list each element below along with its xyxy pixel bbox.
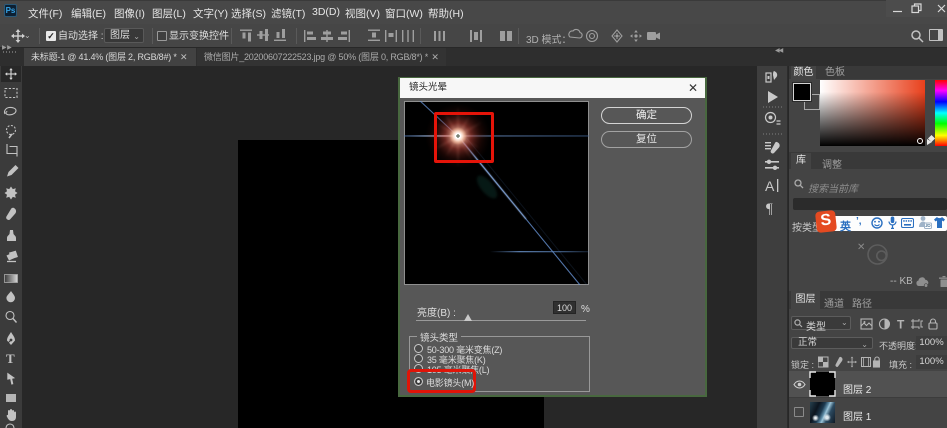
svg-text:¶: ¶ <box>766 201 773 217</box>
svg-text:T: T <box>6 351 15 366</box>
svg-text:A: A <box>765 178 775 194</box>
svg-text:T: T <box>897 318 905 330</box>
